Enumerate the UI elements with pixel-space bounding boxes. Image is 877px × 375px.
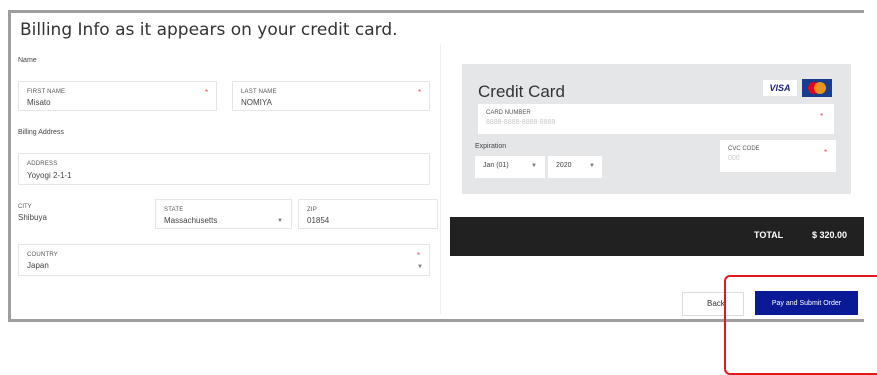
state-label: STATE: [164, 207, 184, 213]
chevron-down-icon: ▼: [531, 163, 537, 169]
first-name-label: FIRST NAME: [27, 89, 66, 95]
first-name-value: Misato: [27, 98, 51, 107]
billing-address-label: Billing Address: [18, 129, 64, 136]
zip-value: 01854: [307, 216, 330, 225]
address-field[interactable]: ADDRESS Yoyogi 2-1-1: [18, 153, 430, 185]
chevron-down-icon: ▼: [417, 264, 423, 270]
card-number-placeholder: 8888-8888-8888-8888: [486, 119, 556, 126]
total-label: TOTAL: [754, 230, 784, 240]
city-value: Shibuya: [18, 213, 47, 222]
mastercard-orange-circle: [814, 82, 826, 94]
state-value: Massachusetts: [164, 216, 218, 225]
last-name-field[interactable]: LAST NAME NOMIYA *: [232, 81, 430, 111]
cvc-code-label: CVC CODE: [728, 146, 760, 152]
last-name-label: LAST NAME: [241, 89, 277, 95]
city-field[interactable]: CITY Shibuya: [18, 204, 148, 230]
expiration-month-value: Jan (01): [483, 162, 509, 169]
required-marker: *: [417, 251, 421, 260]
address-label: ADDRESS: [27, 161, 58, 167]
page-title: Billing Info as it appears on your credi…: [20, 20, 398, 40]
required-marker: *: [205, 88, 209, 97]
chevron-down-icon: ▼: [277, 218, 283, 224]
country-label: COUNTRY: [27, 252, 58, 258]
zip-label: ZIP: [307, 207, 317, 213]
credit-card-title: Credit Card: [478, 82, 565, 101]
first-name-field[interactable]: FIRST NAME Misato *: [18, 81, 217, 111]
city-label: CITY: [18, 204, 32, 210]
zip-field[interactable]: ZIP 01854: [298, 199, 438, 229]
total-amount: $ 320.00: [812, 230, 848, 240]
mastercard-logo: [802, 79, 832, 97]
order-total-bar: TOTAL $ 320.00: [450, 217, 864, 256]
cvc-code-field[interactable]: CVC CODE 000 *: [720, 140, 836, 172]
expiration-year-value: 2020: [556, 162, 572, 169]
country-value: Japan: [27, 261, 49, 270]
credit-card-panel: Credit Card VISA CARD NUMBER 8888-8888-8…: [462, 64, 851, 194]
cvc-code-placeholder: 000: [728, 155, 740, 162]
required-marker: *: [824, 148, 828, 157]
country-select[interactable]: COUNTRY Japan * ▼: [18, 244, 430, 276]
expiration-month-select[interactable]: Jan (01) ▼: [475, 156, 545, 178]
required-marker: *: [418, 88, 422, 97]
last-name-value: NOMIYA: [241, 98, 272, 107]
chevron-down-icon: ▼: [589, 163, 595, 169]
state-select[interactable]: STATE Massachusetts ▼: [155, 199, 292, 229]
column-divider: [440, 44, 441, 314]
card-number-field[interactable]: CARD NUMBER 8888-8888-8888-8888 *: [478, 104, 834, 134]
required-marker: *: [820, 112, 824, 121]
visa-logo: VISA: [763, 80, 797, 96]
expiration-year-select[interactable]: 2020 ▼: [548, 156, 602, 178]
card-number-label: CARD NUMBER: [486, 110, 531, 116]
highlight-annotation-box: [724, 275, 877, 375]
name-section-label: Name: [18, 57, 37, 64]
address-value: Yoyogi 2-1-1: [27, 171, 72, 180]
expiration-label: Expiration: [475, 143, 507, 150]
